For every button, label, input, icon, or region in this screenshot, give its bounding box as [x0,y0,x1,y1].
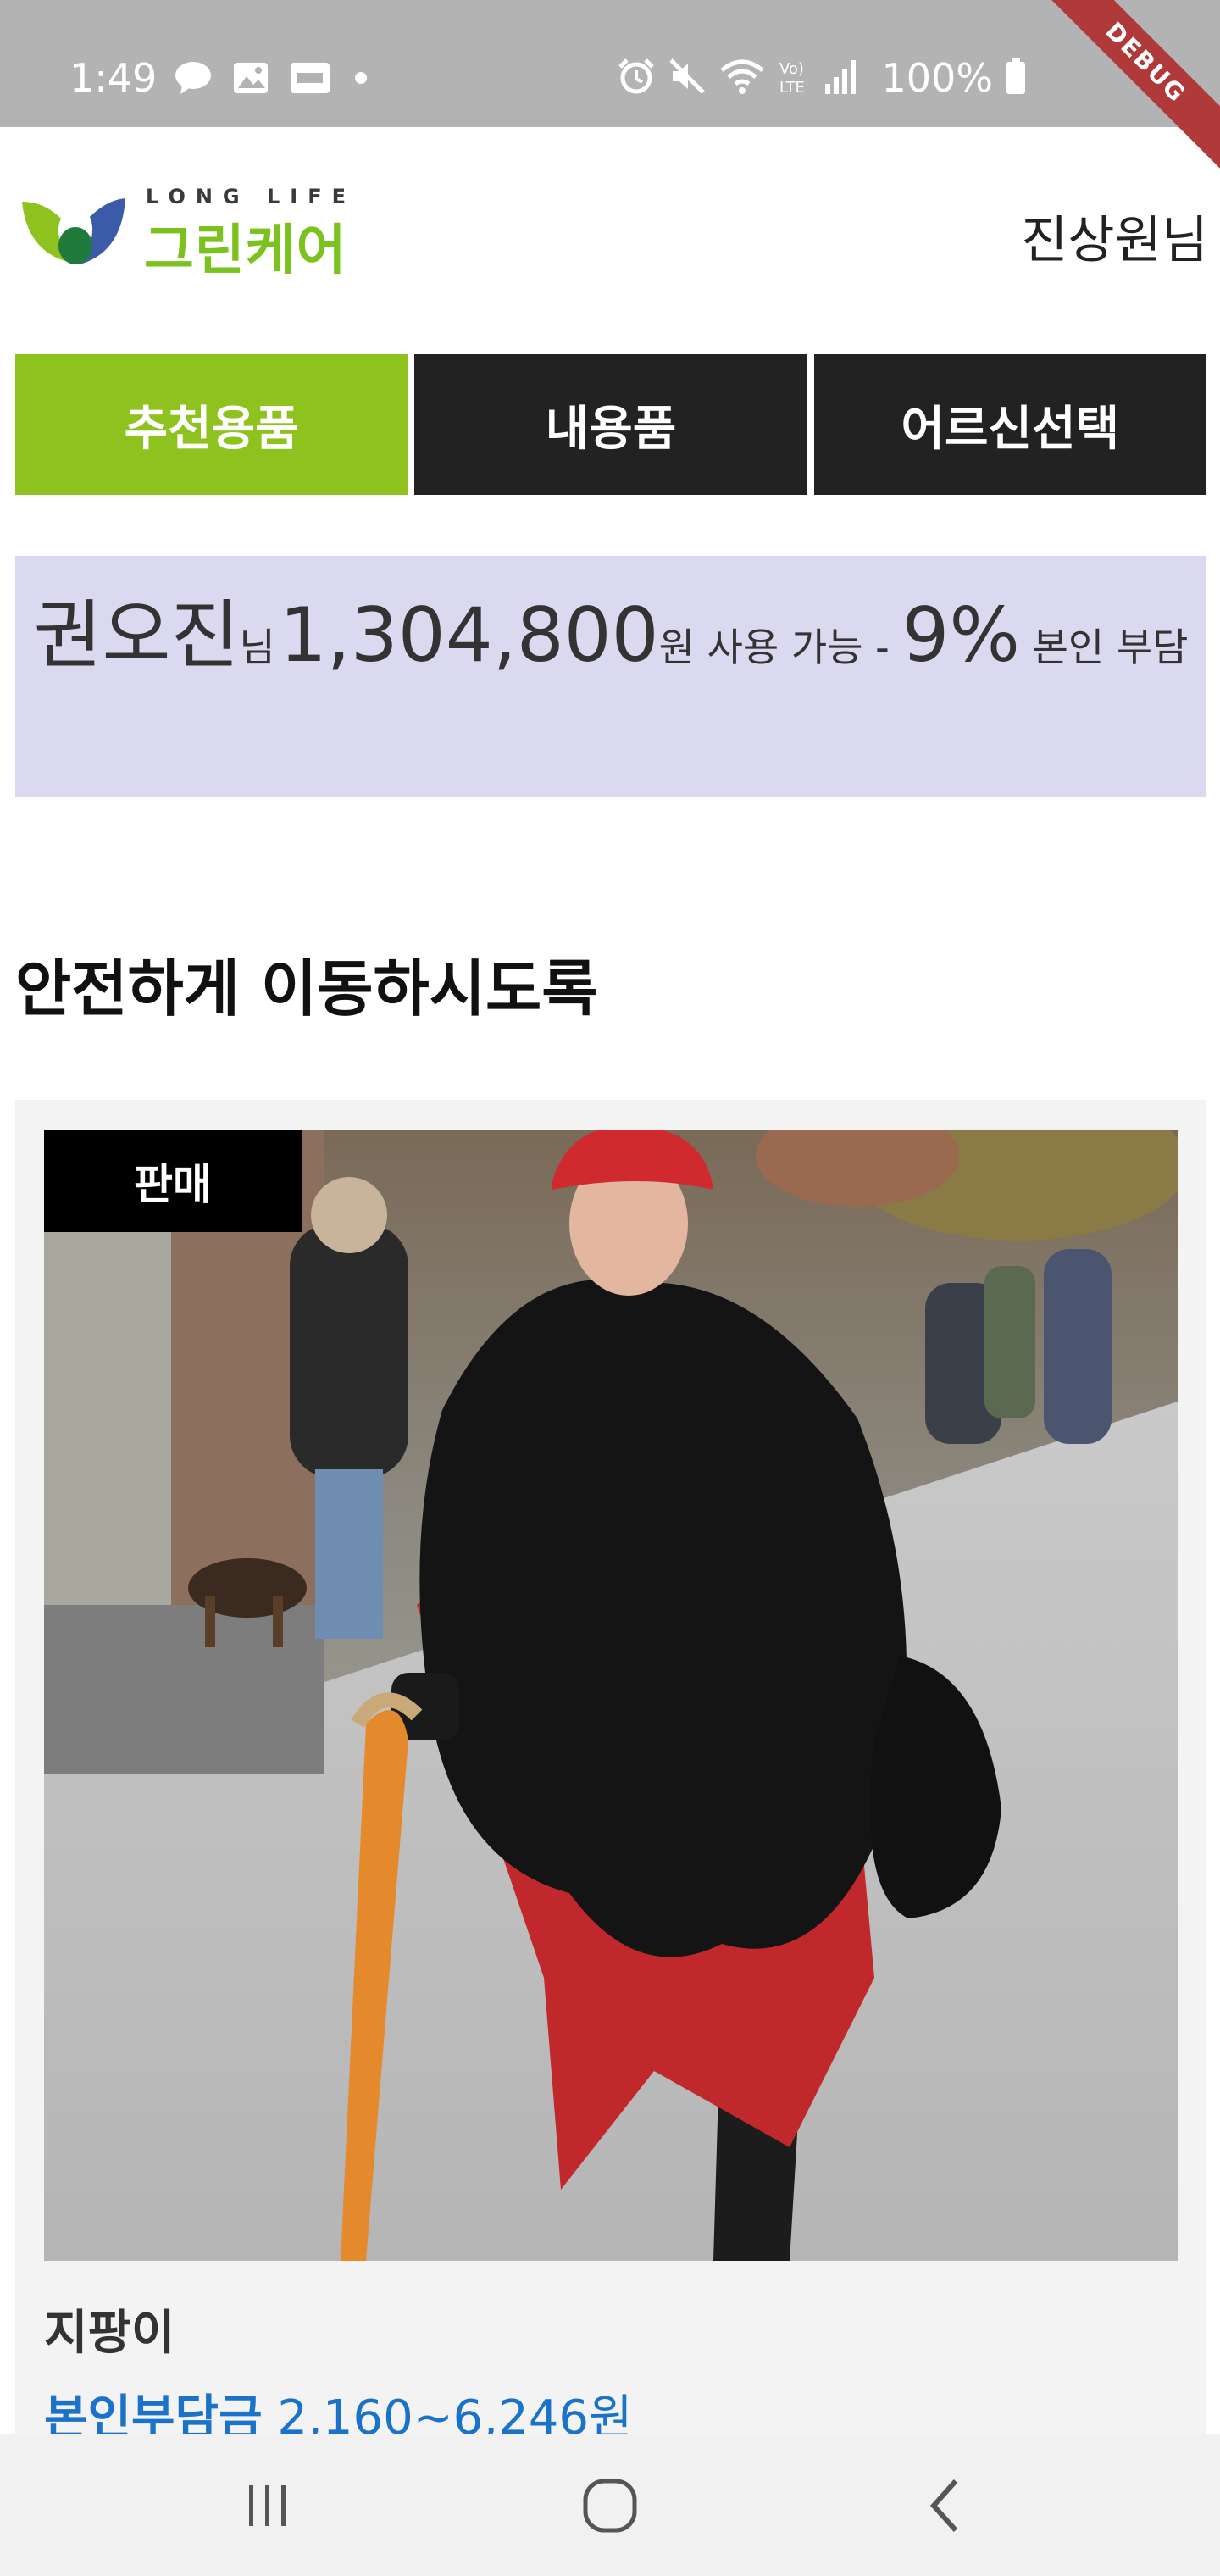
product-image[interactable] [44,1130,1178,2261]
battery-percent: 100% [881,55,993,101]
recent-apps-icon[interactable] [217,2459,319,2552]
logo-leaf-icon [22,198,125,264]
sale-badge: 판매 [44,1130,302,1232]
volte-icon: Vo) LTE [778,57,812,99]
tab-elder-selection[interactable]: 어르신선택 [813,354,1206,495]
tab-recommended-items[interactable]: 추천용품 [15,354,408,495]
user-name[interactable]: 진상원님 [1021,199,1208,273]
available-amount-suffix: 원 사용 가능 - [658,625,902,670]
wifi-icon [718,57,766,99]
back-icon[interactable] [896,2459,998,2552]
alarm-icon [617,57,656,99]
logo-title: 그린케어 [144,219,347,282]
section-title: 안전하게 이동하시도록 [15,953,598,1024]
budget-banner: 권오진님 1,304,800원 사용 가능 - 9% 본인 부담 [15,556,1206,797]
main-tabs: 추천용품 내용품 어르신선택 [15,354,1206,495]
status-time: 1:49 [69,55,158,101]
app-logo[interactable]: LONG LIFE 그린케어 [19,185,374,282]
mute-icon [668,57,707,99]
svg-text:Vo): Vo) [779,60,804,78]
home-icon[interactable] [559,2459,661,2552]
product-name[interactable]: 지팡이 [44,2295,175,2363]
available-amount: 1,304,800 [279,591,659,679]
copay-percent-suffix: 본인 부담 [1019,625,1189,670]
notification-dot-icon [355,72,367,84]
image-icon [231,59,270,97]
svg-text:LTE: LTE [779,79,805,96]
copay-percent: 9% [901,591,1020,679]
product-card[interactable]: 판매 지팡이 본인부담금 2,160~6,246원 [15,1100,1206,2576]
recipient-name-suffix: 님 [239,625,275,670]
status-bar: 1:49 Vo) LTE 100% [0,0,1220,127]
recipient-name: 권오진 [33,591,240,679]
rcs-icon [289,59,330,97]
battery-icon [1005,57,1027,99]
tab-my-items[interactable]: 내용품 [414,354,807,495]
logo-subtitle: LONG LIFE [146,185,356,208]
signal-icon [824,57,861,99]
system-navigation-bar [0,2434,1220,2576]
status-left-icons [174,59,367,97]
app-header: LONG LIFE 그린케어 진상원님 [0,127,1220,347]
talk-icon [174,59,213,97]
status-right-icons: Vo) LTE 100% [617,53,1027,103]
